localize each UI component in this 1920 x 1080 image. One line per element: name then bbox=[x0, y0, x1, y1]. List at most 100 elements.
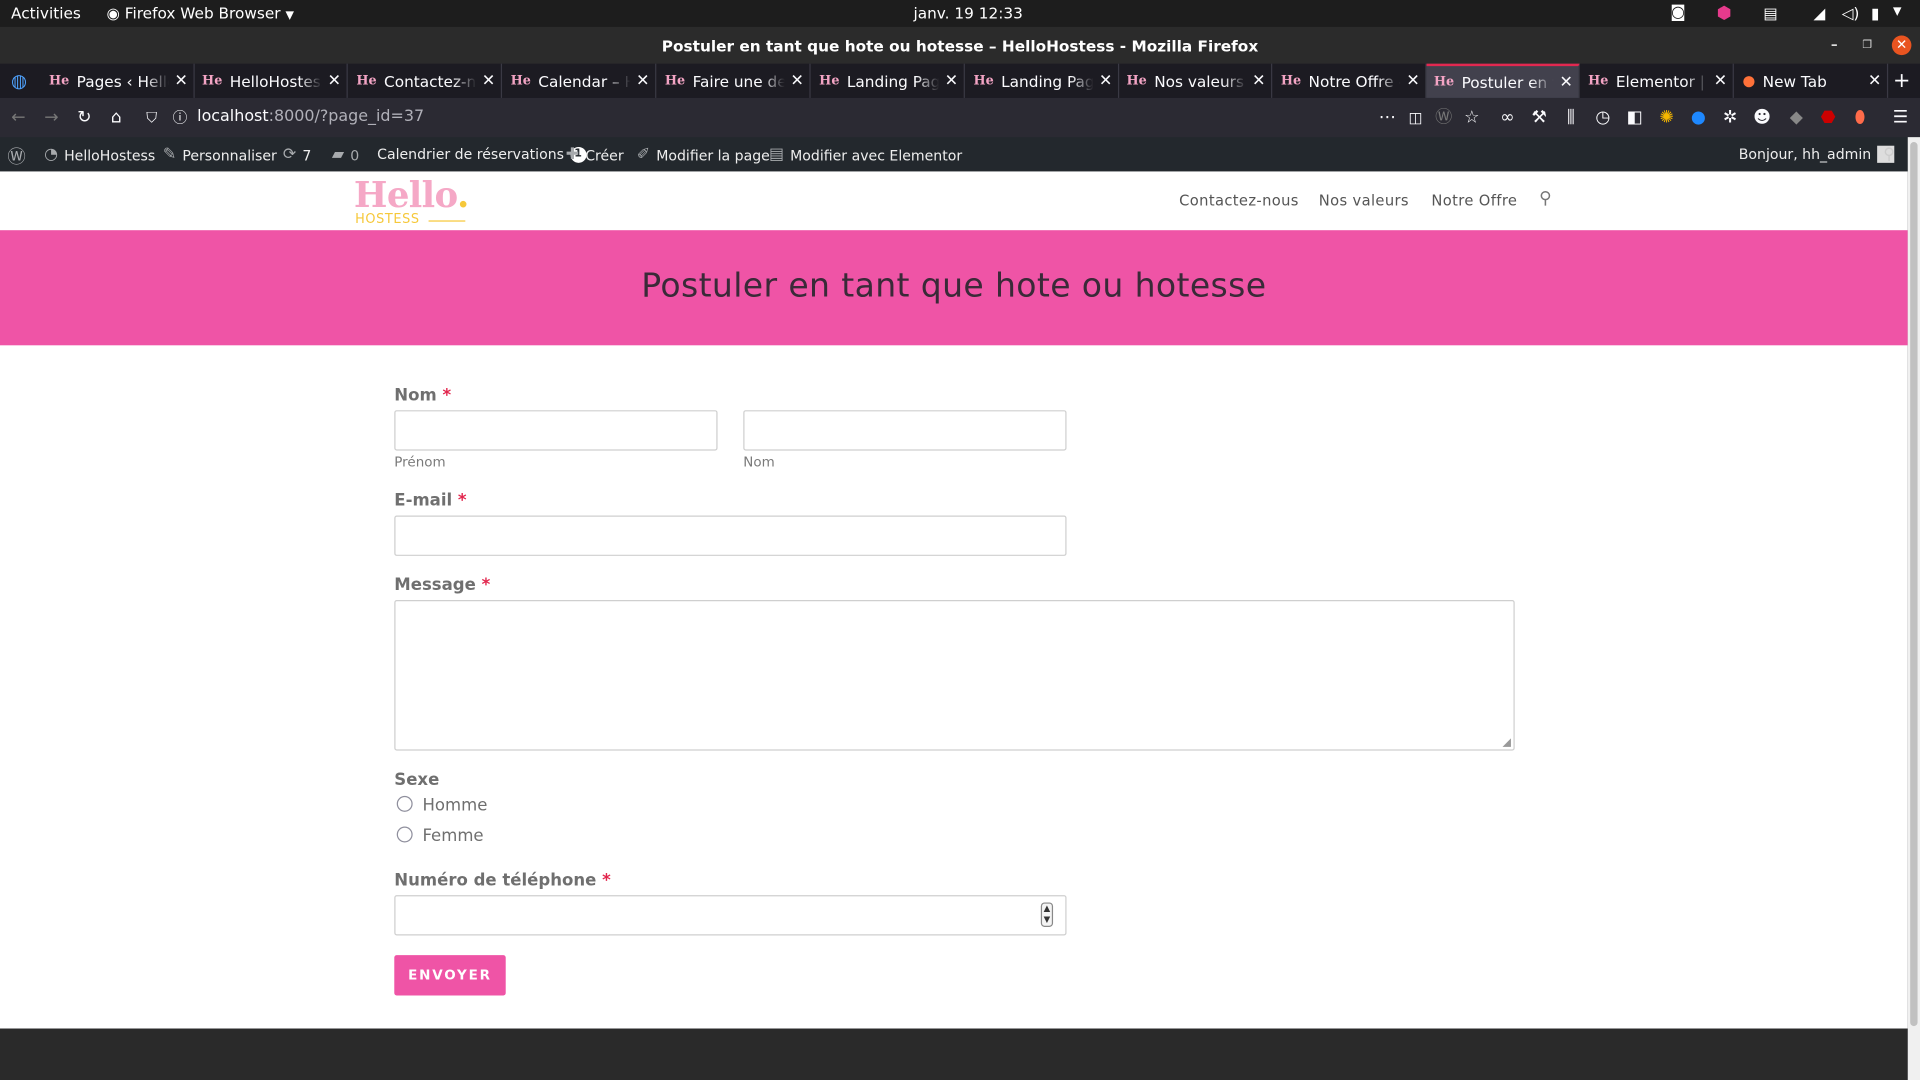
phone-number-input[interactable] bbox=[394, 895, 1067, 936]
last-name-input[interactable] bbox=[743, 410, 1067, 451]
wp-my-account[interactable]: Bonjour, hh_admin bbox=[1739, 145, 1895, 163]
tray-app-icon[interactable]: ⬢ bbox=[1717, 4, 1732, 24]
sun-extension-icon[interactable]: ✺ bbox=[1656, 107, 1678, 129]
private-mask-icon[interactable]: ∞ bbox=[1496, 107, 1518, 129]
email-input[interactable] bbox=[394, 515, 1067, 556]
clock[interactable]: janv. 19 12:33 bbox=[913, 4, 1022, 22]
search-icon[interactable]: ⚲ bbox=[1539, 189, 1552, 209]
close-tab-icon[interactable]: ✕ bbox=[169, 72, 193, 90]
library-icon[interactable]: ⫼ bbox=[1560, 107, 1582, 129]
new-tab-plus-icon[interactable]: + bbox=[1893, 69, 1910, 93]
radio-homme-label[interactable]: Homme bbox=[422, 796, 487, 816]
wp-edit-page[interactable]: ✐ Modifier la page bbox=[637, 146, 770, 164]
tab-nos-valeurs[interactable]: He Nos valeurs – HelloHostess✕ bbox=[1119, 63, 1273, 98]
history-clock-icon[interactable]: ◷ bbox=[1592, 107, 1614, 129]
battery-icon[interactable]: ▮ bbox=[1871, 4, 1879, 22]
tab-hellohostess[interactable]: He HelloHostess ✕ bbox=[195, 63, 348, 98]
close-tab-icon[interactable]: ✕ bbox=[1708, 72, 1732, 90]
close-tab-icon[interactable]: ✕ bbox=[322, 72, 346, 90]
tab-calendar[interactable]: He Calendar – HelloHostess✕ bbox=[503, 63, 657, 98]
radio-femme-label[interactable]: Femme bbox=[422, 827, 483, 847]
reload-icon[interactable]: ↻ bbox=[73, 107, 95, 129]
first-name-input[interactable] bbox=[394, 410, 718, 451]
wordpress-extension-icon[interactable]: Ⓦ bbox=[1433, 107, 1455, 129]
wrench-icon[interactable]: ⚒ bbox=[1528, 107, 1550, 129]
extension-puzzle-icon[interactable]: ◆ bbox=[1785, 107, 1807, 129]
ublock-icon[interactable]: ⬣ bbox=[1817, 107, 1839, 129]
close-tab-icon[interactable]: ✕ bbox=[476, 72, 500, 90]
tab-notre-offre[interactable]: He Notre Offre – HelloHostess✕ bbox=[1273, 63, 1427, 98]
close-tab-icon[interactable]: ✕ bbox=[1093, 72, 1117, 90]
tab-landing-page-2[interactable]: He Landing Page✕ bbox=[966, 63, 1120, 98]
minimize-icon[interactable]: – bbox=[1824, 36, 1844, 56]
tab-faire-une-demande[interactable]: He Faire une demande✕ bbox=[658, 63, 811, 98]
gender-label: Sexe bbox=[394, 770, 440, 790]
back-arrow-icon[interactable]: ← bbox=[7, 107, 29, 129]
radio-femme[interactable] bbox=[396, 826, 413, 843]
wp-updates[interactable]: ⟳ 7 bbox=[283, 146, 311, 164]
elementor-icon: ▤ bbox=[768, 145, 785, 165]
account-icon[interactable]: ☻ bbox=[1751, 107, 1773, 129]
activities-button[interactable]: Activities bbox=[11, 4, 81, 22]
sidebar-icon[interactable]: ◧ bbox=[1624, 107, 1646, 129]
menu-notre-offre[interactable]: Notre Offre bbox=[1431, 192, 1517, 209]
discord-tray-icon[interactable]: ◙ bbox=[1670, 4, 1685, 22]
clipboard-tray-icon[interactable]: ▤ bbox=[1763, 4, 1777, 22]
site-logo[interactable]: Hello. bbox=[354, 174, 469, 216]
settings-gear-icon[interactable]: ✲ bbox=[1719, 107, 1741, 129]
close-tab-icon[interactable]: ✕ bbox=[631, 72, 655, 90]
wp-edit-elementor[interactable]: ▤ Modifier avec Elementor bbox=[769, 146, 962, 164]
tab-contactez-nous[interactable]: He Contactez-nous✕ bbox=[349, 63, 503, 98]
tab-landing-page[interactable]: He Landing Page✕ bbox=[812, 63, 965, 98]
site-footer bbox=[0, 1028, 1908, 1080]
tab-postuler-active[interactable]: He Postuler en tant que hote✕ bbox=[1426, 63, 1580, 98]
menu-nos-valeurs[interactable]: Nos valeurs bbox=[1319, 192, 1409, 209]
page-info-icon[interactable]: ⓘ bbox=[173, 103, 188, 132]
tab-elementor[interactable]: He Elementor | Landing✕ bbox=[1581, 63, 1734, 98]
close-tab-icon[interactable]: ✕ bbox=[939, 72, 963, 90]
submit-button[interactable]: ENVOYER bbox=[394, 955, 506, 996]
menu-contactez-nous[interactable]: Contactez-nous bbox=[1179, 192, 1299, 209]
tab-label: Calendar – HelloHostess bbox=[538, 71, 630, 91]
page-scrollbar[interactable] bbox=[1907, 137, 1920, 1080]
resize-handle-icon[interactable]: ◢ bbox=[1503, 737, 1511, 749]
scrollbar-thumb[interactable] bbox=[1910, 142, 1918, 1027]
url-bar[interactable]: ⓘ localhost:8000/?page_id=37 bbox=[168, 103, 1392, 132]
messenger-icon[interactable]: ● bbox=[1687, 107, 1709, 129]
wp-search-icon[interactable]: ⚲ bbox=[1883, 146, 1895, 164]
close-window-icon[interactable]: ✕ bbox=[1891, 35, 1912, 56]
close-tab-icon[interactable]: ✕ bbox=[1401, 72, 1425, 90]
wp-customize[interactable]: ✎ Personnaliser bbox=[163, 146, 277, 164]
wp-comments[interactable]: ▰ 0 bbox=[332, 146, 359, 164]
page-actions-icon[interactable]: ⋯ bbox=[1376, 107, 1398, 129]
firefox-view-icon[interactable]: ◍ bbox=[11, 70, 38, 92]
close-tab-icon[interactable]: ✕ bbox=[1554, 73, 1578, 91]
message-textarea[interactable]: ◢ bbox=[394, 600, 1515, 751]
close-tab-icon[interactable]: ✕ bbox=[785, 72, 809, 90]
number-stepper-icon[interactable]: ▲ ▼ bbox=[1040, 902, 1054, 927]
wifi-icon[interactable]: ◢ bbox=[1813, 4, 1825, 22]
shield-icon[interactable]: ⛉ bbox=[141, 107, 163, 129]
tab-label: Faire une demande bbox=[692, 71, 785, 91]
wp-calendar[interactable]: Calendrier de réservations 1 bbox=[377, 146, 587, 163]
volume-icon[interactable]: ◁) bbox=[1842, 4, 1860, 22]
app-menu[interactable]: ◉ Firefox Web Browser ▼ bbox=[107, 4, 294, 22]
close-tab-icon[interactable]: ✕ bbox=[1247, 72, 1271, 90]
close-tab-icon[interactable]: ✕ bbox=[1862, 72, 1886, 90]
maximize-icon[interactable]: ❐ bbox=[1858, 36, 1878, 56]
forward-arrow-icon[interactable]: → bbox=[40, 107, 62, 129]
wp-new[interactable]: ✚ Créer bbox=[566, 146, 624, 164]
home-icon[interactable]: ⌂ bbox=[105, 107, 127, 129]
last-name-sublabel: Nom bbox=[743, 454, 775, 471]
radio-homme[interactable] bbox=[396, 795, 413, 812]
pocket-icon[interactable]: ◫ bbox=[1404, 107, 1426, 129]
tab-new-tab[interactable]: ● New Tab ✕ bbox=[1735, 63, 1889, 98]
wp-site-name[interactable]: ◔ HelloHostess bbox=[44, 146, 155, 164]
wordpress-logo-icon[interactable]: Ⓦ bbox=[7, 143, 25, 169]
hellohostess-favicon-icon: He bbox=[1588, 73, 1609, 89]
system-menu-icon[interactable]: ▼ bbox=[1893, 6, 1901, 18]
bookmark-star-icon[interactable]: ☆ bbox=[1461, 107, 1483, 129]
tab-pages[interactable]: He Pages ‹ HelloHostess✕ bbox=[42, 63, 195, 98]
extension-flame-icon[interactable]: ⬮ bbox=[1849, 107, 1871, 129]
hamburger-menu-icon[interactable]: ☰ bbox=[1889, 107, 1911, 129]
